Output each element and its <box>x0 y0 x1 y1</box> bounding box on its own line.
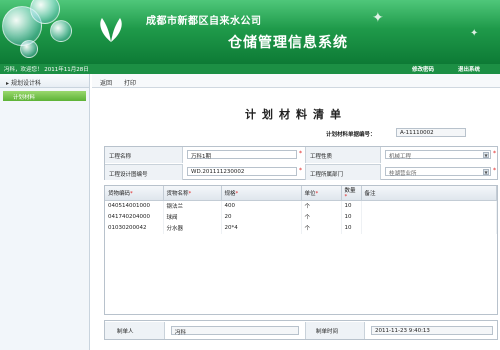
cell-unit: 个 <box>301 222 342 234</box>
cell-quantity: 10 <box>341 211 362 223</box>
sidebar-section-label: 规划设计科 <box>10 80 41 87</box>
cell-quantity: 10 <box>341 200 362 212</box>
company-logo-icon <box>100 18 122 42</box>
cell-quantity: 10 <box>341 222 362 234</box>
cell-spec: 400 <box>221 200 302 212</box>
document-number-label: 计划材料单据编号： <box>326 132 376 138</box>
chevron-down-icon: ▼ <box>483 152 489 158</box>
created-time-label: 制单时间 <box>305 322 365 339</box>
creator-field: 冯科 <box>171 326 299 336</box>
column-header[interactable]: 规格* <box>221 186 302 201</box>
sparkle-icon: ✦ <box>470 28 479 39</box>
table-row[interactable]: 040514001000 钢法兰 400 个 10 <box>105 200 497 212</box>
cell-remark <box>361 200 497 212</box>
table-row[interactable]: 041740204000 球阀 20 个 10 <box>105 211 497 223</box>
column-header[interactable]: 备注 <box>361 186 497 201</box>
column-header[interactable]: 货物编码* <box>105 186 164 201</box>
status-bar: 冯科，欢迎您！ 2011年11月28日 修改密码 退出系统 <box>0 64 500 74</box>
document-number-field: A-11110002 <box>396 128 466 137</box>
project-info-form: 工程名称 万科1期 * 工程性质 机械工程 ▼ * 工程设计图编号 WD.201… <box>104 146 498 180</box>
department-value: 桂湖营业所 <box>389 171 417 177</box>
header-banner: 成都市新都区自来水公司 仓储管理信息系统 ✦ ✦ <box>0 0 500 64</box>
cell-name: 钢法兰 <box>163 200 222 212</box>
expand-arrow-icon: ▸ <box>6 80 10 87</box>
created-time-field: 2011-11-23 9:40:13 <box>371 326 493 335</box>
cell-code: 01030200042 <box>105 222 164 234</box>
cell-unit: 个 <box>301 211 342 223</box>
toolbar: 返回 打印 <box>92 74 500 88</box>
logout-link[interactable]: 退出系统 <box>458 65 480 73</box>
column-header[interactable]: 单位* <box>301 186 342 201</box>
sidebar-item-plan-material[interactable]: 计划材料 <box>3 91 86 101</box>
system-title: 仓储管理信息系统 <box>228 35 348 51</box>
main-content: 返回 打印 计划材料清单 计划材料单据编号： A-11110002 工程名称 万… <box>92 74 500 350</box>
cell-remark <box>361 222 497 234</box>
column-header[interactable]: 货物名称* <box>163 186 222 201</box>
cell-name: 球阀 <box>163 211 222 223</box>
sidebar: ▸ 规划设计科 计划材料 <box>0 74 90 350</box>
project-type-select[interactable]: 机械工程 ▼ <box>385 150 491 160</box>
creator-label: 制单人 <box>105 322 165 339</box>
table-row[interactable]: 01030200042 分水器 20*4 个 10 <box>105 222 497 234</box>
change-password-link[interactable]: 修改密码 <box>412 65 434 73</box>
print-button[interactable]: 打印 <box>124 80 136 87</box>
material-table: 货物编码* 货物名称* 规格* 单位* 数量* 备注 040514001000 … <box>104 185 498 315</box>
company-name: 成都市新都区自来水公司 <box>146 16 262 27</box>
document-footer: 制单人 冯科 制单时间 2011-11-23 9:40:13 <box>104 320 498 340</box>
project-type-label: 工程性质 <box>305 147 381 163</box>
design-number-label: 工程设计图编号 <box>105 164 183 180</box>
table-header-row: 货物编码* 货物名称* 规格* 单位* 数量* 备注 <box>105 186 497 201</box>
chevron-down-icon: ▼ <box>483 169 489 175</box>
cell-remark <box>361 211 497 223</box>
welcome-text: 冯科，欢迎您！ 2011年11月28日 <box>4 67 89 73</box>
cell-code: 040514001000 <box>105 200 164 212</box>
department-label: 工程所属部门 <box>305 164 381 180</box>
required-marker: * <box>299 167 302 174</box>
department-select[interactable]: 桂湖营业所 ▼ <box>385 167 491 177</box>
cell-unit: 个 <box>301 200 342 212</box>
required-marker: * <box>299 150 302 157</box>
cell-name: 分水器 <box>163 222 222 234</box>
required-marker: * <box>493 167 496 174</box>
column-header[interactable]: 数量* <box>341 186 362 201</box>
cell-spec: 20 <box>221 211 302 223</box>
required-marker: * <box>493 150 496 157</box>
sidebar-item-label: 计划材料 <box>13 95 36 101</box>
design-number-input[interactable]: WD.201111230002 <box>187 167 297 176</box>
sidebar-section-header[interactable]: ▸ 规划设计科 <box>0 74 89 88</box>
project-name-input[interactable]: 万科1期 <box>187 150 297 160</box>
document-title: 计划材料清单 <box>245 108 347 121</box>
back-button[interactable]: 返回 <box>100 80 112 87</box>
project-name-label: 工程名称 <box>105 147 183 163</box>
bubble-decoration <box>0 0 90 64</box>
cell-spec: 20*4 <box>221 222 302 234</box>
sparkle-icon: ✦ <box>372 10 384 26</box>
cell-code: 041740204000 <box>105 211 164 223</box>
project-type-value: 机械工程 <box>389 154 412 160</box>
